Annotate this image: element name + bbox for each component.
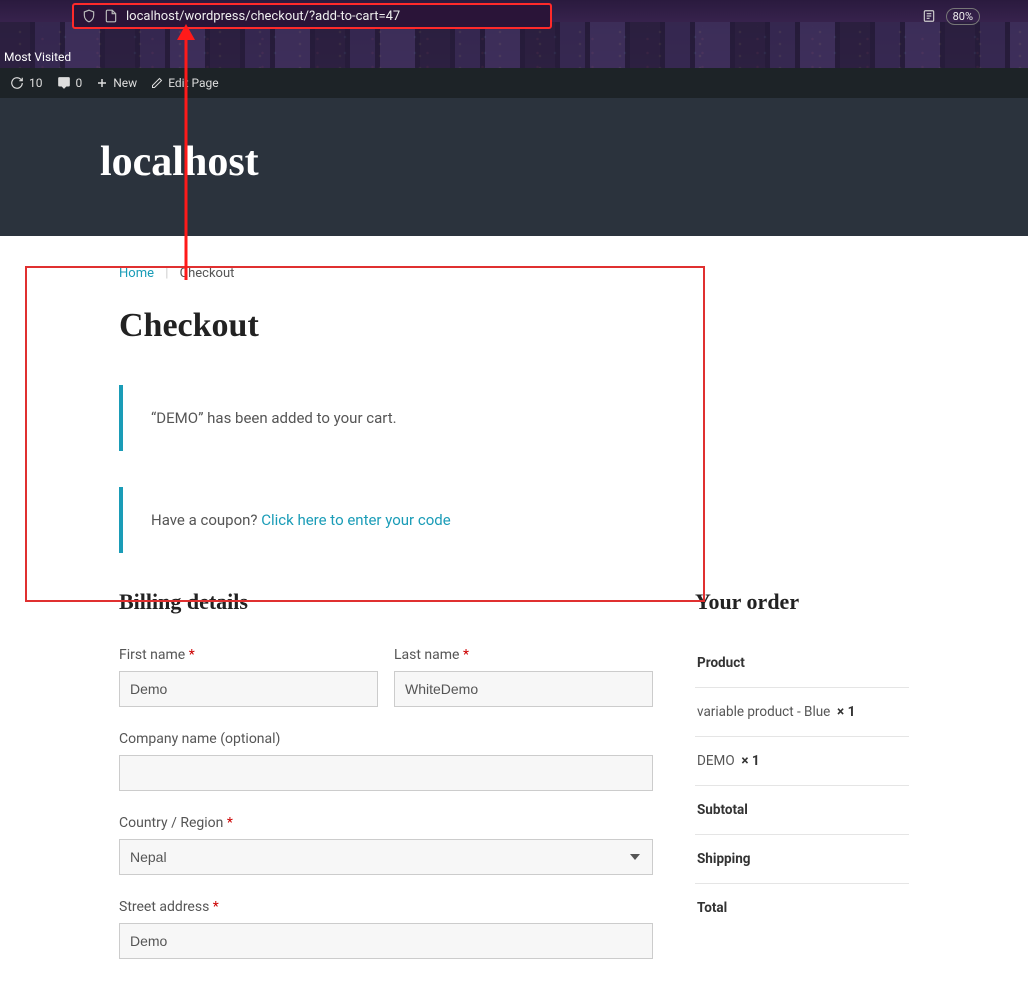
order-shipping-row: Shipping xyxy=(695,834,909,883)
notice-text: “DEMO” has been added to your cart. xyxy=(151,409,397,427)
order-item-qty: × 1 xyxy=(837,704,855,720)
billing-heading: Billing details xyxy=(119,589,653,615)
field-company: Company name (optional) xyxy=(119,731,653,791)
new-label: New xyxy=(113,76,137,90)
refresh-icon xyxy=(10,76,24,90)
company-label: Company name (optional) xyxy=(119,731,653,747)
reader-mode-icon[interactable] xyxy=(922,9,936,23)
total-label: Total xyxy=(697,900,727,916)
browser-chrome-bg: localhost/wordpress/checkout/?add-to-car… xyxy=(0,0,1028,68)
site-header: localhost xyxy=(0,98,1028,236)
wp-updates[interactable]: 10 xyxy=(10,76,43,90)
order-item-name: DEMO xyxy=(697,753,735,769)
shield-icon xyxy=(82,9,96,23)
field-country: Country / Region * Nepal xyxy=(119,815,653,875)
order-summary: Your order Product variable product - Bl… xyxy=(695,589,909,932)
first-name-input[interactable] xyxy=(119,671,378,707)
address-bar[interactable]: localhost/wordpress/checkout/?add-to-car… xyxy=(72,3,552,29)
edit-page-label: Edit Page xyxy=(168,76,218,90)
page-content: Home | Checkout Checkout “DEMO” has been… xyxy=(0,236,1028,983)
breadcrumb-separator: | xyxy=(165,266,168,281)
required-mark: * xyxy=(227,815,233,831)
cart-added-notice: “DEMO” has been added to your cart. xyxy=(119,385,909,451)
order-header-product: Product xyxy=(697,655,745,671)
order-item-qty: × 1 xyxy=(741,753,759,769)
order-item-row: DEMO × 1 xyxy=(695,736,909,785)
coupon-link[interactable]: Click here to enter your code xyxy=(261,511,450,529)
pencil-icon xyxy=(151,77,163,89)
last-name-label: Last name * xyxy=(394,647,653,663)
street-input[interactable] xyxy=(119,923,653,959)
bookmark-bar-most-visited[interactable]: Most Visited xyxy=(4,50,71,64)
field-last-name: Last name * xyxy=(394,647,653,707)
required-mark: * xyxy=(189,647,195,663)
company-input[interactable] xyxy=(119,755,653,791)
order-item-row: variable product - Blue × 1 xyxy=(695,687,909,736)
url-text: localhost/wordpress/checkout/?add-to-car… xyxy=(126,9,400,24)
order-total-row: Total xyxy=(695,883,909,932)
order-subtotal-row: Subtotal xyxy=(695,785,909,834)
page-title: Checkout xyxy=(119,307,909,345)
address-bar-row: localhost/wordpress/checkout/?add-to-car… xyxy=(72,2,980,30)
wp-edit-page[interactable]: Edit Page xyxy=(151,76,218,90)
wp-new[interactable]: New xyxy=(96,76,137,90)
shipping-label: Shipping xyxy=(697,851,751,867)
updates-count: 10 xyxy=(29,76,43,90)
breadcrumb: Home | Checkout xyxy=(119,266,909,281)
last-name-input[interactable] xyxy=(394,671,653,707)
billing-details: Billing details First name * Last name *… xyxy=(119,589,653,983)
comment-icon xyxy=(57,76,71,90)
required-mark: * xyxy=(463,647,469,663)
breadcrumb-current: Checkout xyxy=(180,266,235,281)
order-item-name: variable product - Blue xyxy=(697,704,830,720)
order-header-row: Product xyxy=(695,647,909,687)
first-name-label: First name * xyxy=(119,647,378,663)
zoom-level[interactable]: 80% xyxy=(946,8,980,25)
field-street: Street address * xyxy=(119,899,653,959)
coupon-notice: Have a coupon? Click here to enter your … xyxy=(119,487,909,553)
comments-count: 0 xyxy=(76,76,83,90)
wp-admin-bar: 10 0 New Edit Page xyxy=(0,68,1028,98)
wp-comments[interactable]: 0 xyxy=(57,76,83,90)
page-icon xyxy=(104,9,118,23)
plus-icon xyxy=(96,77,108,89)
site-title[interactable]: localhost xyxy=(100,138,894,186)
country-select[interactable]: Nepal xyxy=(119,839,653,875)
required-mark: * xyxy=(213,899,219,915)
street-label: Street address * xyxy=(119,899,653,915)
country-label: Country / Region * xyxy=(119,815,653,831)
order-heading: Your order xyxy=(695,589,909,615)
subtotal-label: Subtotal xyxy=(697,802,748,818)
field-first-name: First name * xyxy=(119,647,378,707)
bg-lights xyxy=(0,26,1028,68)
breadcrumb-home[interactable]: Home xyxy=(119,266,154,281)
coupon-prefix: Have a coupon? xyxy=(151,511,261,529)
